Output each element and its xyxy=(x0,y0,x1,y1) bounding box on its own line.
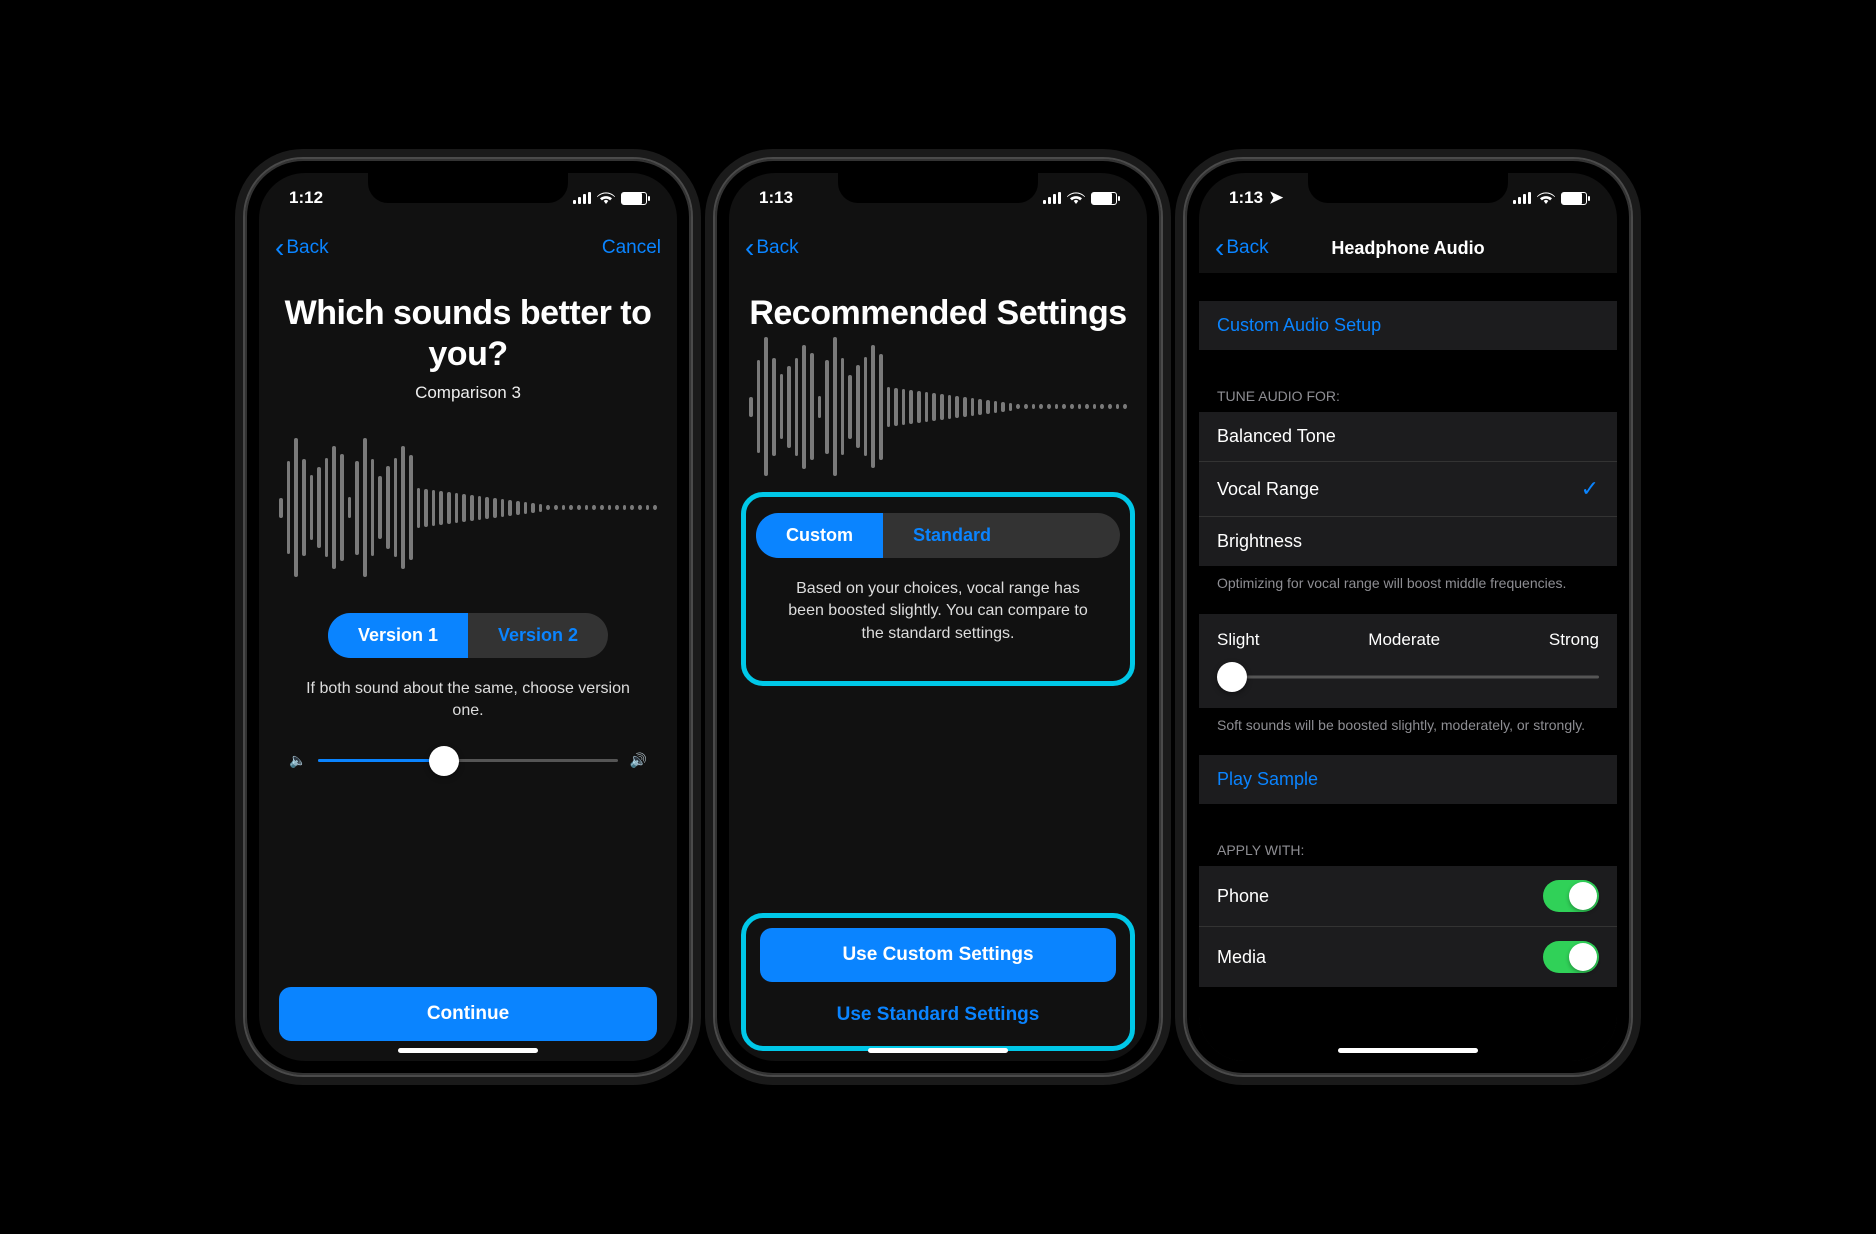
volume-slider-row: 🔈 🔊 xyxy=(259,752,677,769)
brightness-row[interactable]: Brightness xyxy=(1199,517,1617,566)
back-label: Back xyxy=(756,237,798,259)
strength-slight-label: Slight xyxy=(1217,630,1260,650)
checkmark-icon: ✓ xyxy=(1581,476,1599,502)
volume-slider[interactable] xyxy=(318,759,617,762)
nav-bar: ‹ Back xyxy=(729,223,1147,273)
tune-audio-header: TUNE AUDIO FOR: xyxy=(1199,380,1617,412)
highlight-annotation-bottom: Use Custom Settings Use Standard Setting… xyxy=(741,913,1135,1051)
notch xyxy=(368,173,568,203)
apply-media-row: Media xyxy=(1199,927,1617,987)
notch xyxy=(1308,173,1508,203)
vocal-range-label: Vocal Range xyxy=(1217,479,1319,500)
back-button[interactable]: ‹ Back xyxy=(275,234,329,262)
apply-phone-row: Phone xyxy=(1199,866,1617,927)
battery-icon xyxy=(1091,192,1117,205)
brightness-label: Brightness xyxy=(1217,531,1302,552)
wifi-icon xyxy=(1067,191,1085,205)
strength-slider[interactable] xyxy=(1217,662,1599,692)
home-indicator[interactable] xyxy=(398,1048,538,1053)
home-indicator[interactable] xyxy=(1338,1048,1478,1053)
phone-frame-1: 1:12 ‹ Back Cancel Which sounds better t… xyxy=(243,157,693,1077)
phone-frame-2: 1:13 ‹ Back Recommended Settings Custom … xyxy=(713,157,1163,1077)
phone-toggle[interactable] xyxy=(1543,880,1599,912)
highlight-annotation-top: Custom Standard Based on your choices, v… xyxy=(741,492,1135,686)
strength-strong-label: Strong xyxy=(1549,630,1599,650)
clock: 1:13 xyxy=(1229,188,1263,208)
cellular-icon xyxy=(573,192,591,204)
page-title: Recommended Settings xyxy=(749,293,1127,334)
page-title: Which sounds better to you? xyxy=(279,293,657,375)
waveform-graphic xyxy=(259,423,677,593)
media-toggle[interactable] xyxy=(1543,941,1599,973)
clock: 1:12 xyxy=(289,188,323,208)
strength-footer-note: Soft sounds will be boosted slightly, mo… xyxy=(1199,708,1617,756)
home-indicator[interactable] xyxy=(868,1048,1008,1053)
cellular-icon xyxy=(1513,192,1531,204)
version-2-segment[interactable]: Version 2 xyxy=(468,613,608,658)
play-sample-label: Play Sample xyxy=(1217,769,1318,790)
volume-slider-thumb[interactable] xyxy=(429,746,459,776)
apply-phone-label: Phone xyxy=(1217,886,1269,907)
chevron-left-icon: ‹ xyxy=(745,234,754,262)
use-standard-settings-button[interactable]: Use Standard Settings xyxy=(760,990,1116,1040)
standard-segment[interactable]: Standard xyxy=(883,513,1021,558)
tune-footer-note: Optimizing for vocal range will boost mi… xyxy=(1199,566,1617,614)
volume-low-icon: 🔈 xyxy=(289,752,306,769)
clock: 1:13 xyxy=(759,188,793,208)
balanced-tone-label: Balanced Tone xyxy=(1217,426,1336,447)
custom-segment[interactable]: Custom xyxy=(756,513,883,558)
waveform-graphic xyxy=(729,342,1147,472)
chevron-left-icon: ‹ xyxy=(1215,234,1224,262)
cancel-button[interactable]: Cancel xyxy=(602,237,661,259)
use-custom-settings-button[interactable]: Use Custom Settings xyxy=(760,928,1116,982)
custom-audio-setup-label: Custom Audio Setup xyxy=(1217,315,1381,336)
custom-standard-segmented-control[interactable]: Custom Standard xyxy=(756,513,1120,558)
back-label: Back xyxy=(1226,237,1268,259)
vocal-range-row[interactable]: Vocal Range ✓ xyxy=(1199,462,1617,517)
volume-high-icon: 🔊 xyxy=(630,752,647,769)
notch xyxy=(838,173,1038,203)
version-1-segment[interactable]: Version 1 xyxy=(328,613,468,658)
chevron-left-icon: ‹ xyxy=(275,234,284,262)
recommendation-description: Based on your choices, vocal range has b… xyxy=(786,578,1090,645)
wifi-icon xyxy=(1537,191,1555,205)
custom-audio-setup-row[interactable]: Custom Audio Setup xyxy=(1199,301,1617,350)
hint-text: If both sound about the same, choose ver… xyxy=(289,678,647,723)
strength-slider-thumb[interactable] xyxy=(1217,662,1247,692)
battery-icon xyxy=(1561,192,1587,205)
balanced-tone-row[interactable]: Balanced Tone xyxy=(1199,412,1617,462)
apply-with-header: APPLY WITH: xyxy=(1199,834,1617,866)
nav-bar: ‹ Back Headphone Audio xyxy=(1199,223,1617,273)
wifi-icon xyxy=(597,191,615,205)
back-label: Back xyxy=(286,237,328,259)
continue-button[interactable]: Continue xyxy=(279,987,657,1041)
battery-icon xyxy=(621,192,647,205)
apply-media-label: Media xyxy=(1217,947,1266,968)
play-sample-row[interactable]: Play Sample xyxy=(1199,755,1617,804)
back-button[interactable]: ‹ Back xyxy=(1215,234,1269,262)
comparison-label: Comparison 3 xyxy=(259,383,677,403)
back-button[interactable]: ‹ Back xyxy=(745,234,799,262)
strength-moderate-label: Moderate xyxy=(1368,630,1440,650)
nav-bar: ‹ Back Cancel xyxy=(259,223,677,273)
phone-frame-3: 1:13 ➤ ‹ Back Headphone Audio Custom Aud… xyxy=(1183,157,1633,1077)
version-segmented-control[interactable]: Version 1 Version 2 xyxy=(328,613,608,658)
cellular-icon xyxy=(1043,192,1061,204)
location-icon: ➤ xyxy=(1269,188,1283,208)
